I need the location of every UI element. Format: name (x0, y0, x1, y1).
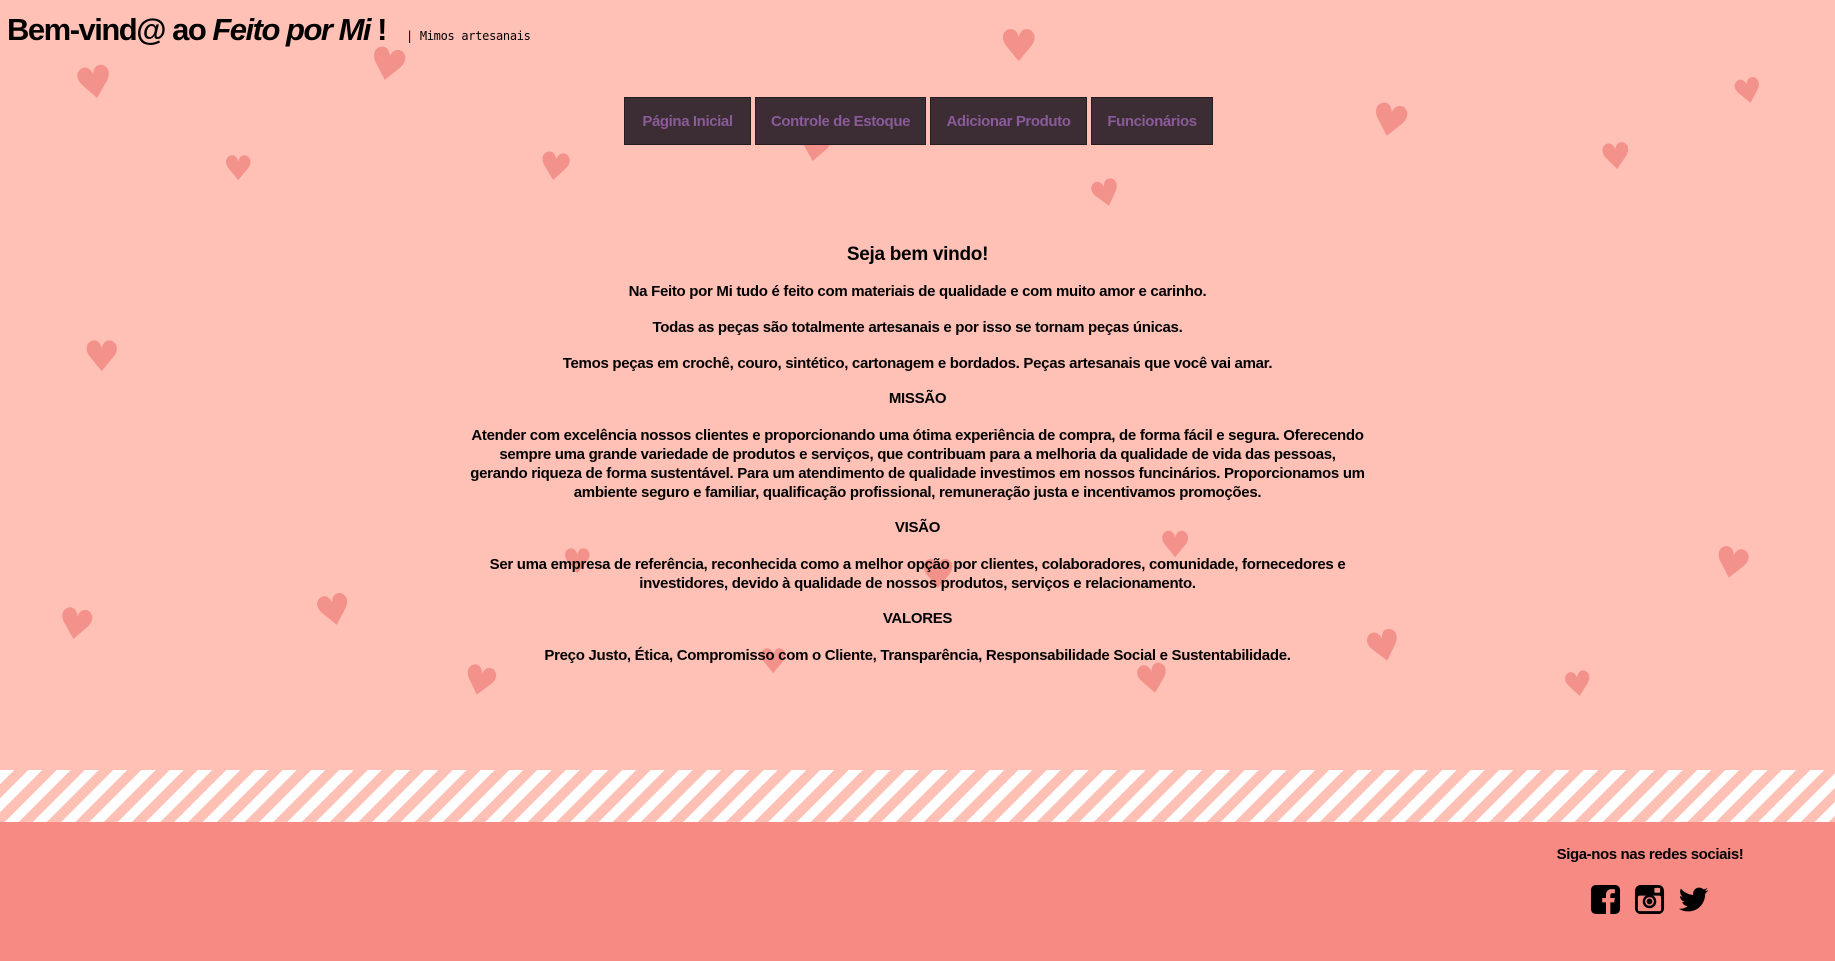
facebook-icon[interactable] (1590, 884, 1621, 915)
intro-paragraph: Todas as peças são totalmente artesanais… (652, 319, 1183, 336)
title-suffix: ! (370, 12, 387, 47)
nav-stock-control-button[interactable]: Controle de Estoque (755, 97, 926, 145)
heart-icon: ♥ (1359, 618, 1408, 675)
intro-paragraph: Na Feito por Mi tudo é feito com materia… (628, 283, 1207, 300)
site-title: Bem-vind@ ao Feito por Mi ! (7, 12, 387, 48)
main-content: Seja bem vindo! Na Feito por Mi tudo é f… (470, 244, 1365, 682)
striped-divider (0, 770, 1835, 822)
main-nav: Página Inicial Controle de Estoque Adici… (624, 97, 1213, 145)
heart-icon: ♥ (535, 142, 575, 192)
heart-icon: ♥ (1085, 170, 1127, 219)
heart-icon: ♥ (999, 21, 1039, 72)
heart-icon: ♥ (363, 36, 413, 95)
nav-home-button[interactable]: Página Inicial (624, 97, 751, 145)
follow-us-text: Siga-nos nas redes sociais! (1556, 846, 1744, 863)
heart-icon: ♥ (70, 54, 119, 113)
twitter-icon[interactable] (1678, 884, 1709, 915)
values-text: Preço Justo, Ética, Compromisso com o Cl… (544, 647, 1291, 664)
mission-heading: MISSÃO (888, 390, 947, 407)
heart-icon: ♥ (223, 149, 254, 189)
vision-heading: VISÃO (894, 519, 941, 536)
vision-text: Ser uma empresa de referência, reconheci… (489, 556, 1346, 592)
title-prefix: Bem-vind@ ao (7, 12, 213, 47)
nav-add-product-button[interactable]: Adicionar Produto (930, 97, 1087, 145)
tagline: | Mimos artesanais (405, 29, 531, 43)
intro-paragraph: Temos peças em crochê, couro, sintético,… (562, 355, 1273, 372)
heart-icon: ♥ (1708, 535, 1756, 592)
heart-icon: ♥ (310, 582, 358, 639)
heart-icon: ♥ (1729, 69, 1768, 115)
heart-icon: ♥ (1597, 135, 1635, 180)
instagram-icon[interactable] (1634, 884, 1665, 915)
mission-text: Atender com excelência nossos clientes e… (470, 427, 1365, 501)
site-header: Bem-vind@ ao Feito por Mi ! | Mimos arte… (7, 12, 531, 48)
brand-name: Feito por Mi (212, 12, 371, 47)
heart-icon: ♥ (1560, 663, 1597, 707)
site-footer: Siga-nos nas redes sociais! (0, 822, 1835, 961)
welcome-heading: Seja bem vindo! (846, 244, 989, 265)
nav-employees-button[interactable]: Funcionários (1091, 97, 1213, 145)
heart-icon: ♥ (53, 597, 99, 652)
heart-icon: ♥ (83, 332, 121, 381)
heart-icon: ♥ (1365, 92, 1415, 151)
values-heading: VALORES (882, 610, 953, 627)
social-links (1590, 884, 1709, 915)
